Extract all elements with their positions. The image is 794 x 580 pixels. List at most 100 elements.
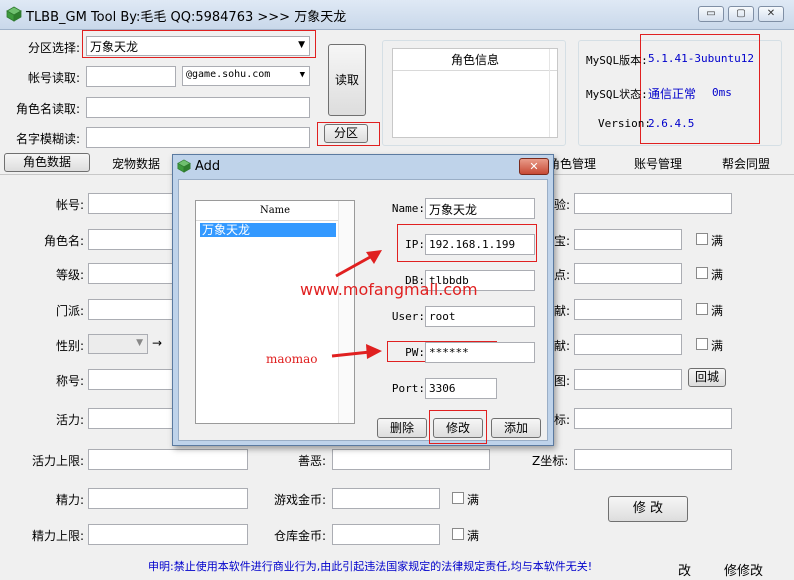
read-button[interactable]: 读取 xyxy=(328,44,366,116)
fuzzy-name-label: 名字模糊读: xyxy=(16,132,81,146)
chevron-down-icon: ▼ xyxy=(136,338,143,348)
level-input[interactable] xyxy=(88,263,174,284)
dialog-close-button[interactable]: ✕ xyxy=(519,158,549,175)
account-input[interactable] xyxy=(88,193,174,214)
sect-input[interactable] xyxy=(88,299,174,320)
fuzzy-name-input[interactable] xyxy=(86,127,310,148)
gems-label: 宝: xyxy=(554,234,571,248)
gems-input[interactable] xyxy=(574,229,682,250)
bank-gold-full-checkbox[interactable] xyxy=(452,528,464,540)
server-list-scrollbar[interactable] xyxy=(338,201,354,423)
gender-label: 性别: xyxy=(55,339,84,353)
partition-button[interactable]: 分区 xyxy=(324,124,368,143)
contribution2-full-label: 满 xyxy=(711,339,724,353)
user-input[interactable]: root xyxy=(425,306,535,327)
pw-input[interactable]: ****** xyxy=(425,342,535,363)
gender-select[interactable]: ▼ xyxy=(88,334,148,354)
minimize-button[interactable]: ▭ xyxy=(698,6,724,22)
partition-select[interactable]: 万象天龙 ▼ xyxy=(86,36,310,56)
points-full-checkbox[interactable] xyxy=(696,267,708,279)
modify-button[interactable]: 修 改 xyxy=(608,496,688,522)
role-info-list[interactable]: 角色信息 xyxy=(392,48,558,138)
domain-select[interactable]: @game.sohu.com ▼ xyxy=(182,66,310,86)
role-info-scrollbar[interactable] xyxy=(549,49,557,137)
role-name-label: 角色名: xyxy=(43,234,84,248)
experience-input[interactable] xyxy=(574,193,732,214)
account-read-input[interactable] xyxy=(86,66,176,87)
ip-input[interactable]: 192.168.1.199 xyxy=(425,234,535,255)
contribution2-full-checkbox[interactable] xyxy=(696,338,708,350)
game-gold-label: 游戏金币: xyxy=(273,493,326,507)
dialog-modify-button[interactable]: 修改 xyxy=(433,418,483,438)
level-label: 等级: xyxy=(55,268,84,282)
contribution-full-checkbox[interactable] xyxy=(696,303,708,315)
tab-guild[interactable]: 帮会同盟 xyxy=(722,155,770,172)
maximize-button[interactable]: ▢ xyxy=(728,6,754,22)
vigor-input[interactable] xyxy=(88,408,174,429)
statement-text: 申明:禁止使用本软件进行商业行为,由此引起违法国家规定的法律规定责任,均与本软件… xyxy=(148,560,593,573)
port-input[interactable]: 3306 xyxy=(425,378,497,399)
close-icon: ✕ xyxy=(529,160,539,173)
server-list-item[interactable]: 万象天龙 xyxy=(200,223,336,237)
vigor-label: 活力: xyxy=(55,413,84,427)
close-icon: ✕ xyxy=(766,8,776,19)
coord-input[interactable] xyxy=(574,408,732,429)
game-gold-full-checkbox[interactable] xyxy=(452,492,464,504)
good-evil-input[interactable] xyxy=(332,449,490,470)
mysql-version-label: MySQL版本: xyxy=(586,54,648,67)
tool-version-value: 2.6.4.5 xyxy=(648,117,695,130)
server-list[interactable]: Name 万象天龙 xyxy=(195,200,355,424)
role-name-input[interactable] xyxy=(88,229,174,250)
mysql-status-label: MySQL状态: xyxy=(586,88,648,101)
mysql-status-time: 0ms xyxy=(712,86,732,99)
energy-max-input[interactable] xyxy=(88,524,248,545)
experience-label: 验: xyxy=(554,198,571,212)
map-input[interactable] xyxy=(574,369,682,390)
bank-gold-label: 仓库金币: xyxy=(273,529,326,543)
contribution-label: 献: xyxy=(554,304,571,318)
author-watermark: maomao xyxy=(266,352,318,366)
title-bar: TLBB_GM Tool By:毛毛 QQ:5984763 >>> 万象天龙 ▭… xyxy=(0,0,794,30)
good-evil-label: 善恶: xyxy=(297,454,326,468)
return-city-button[interactable]: 回城 xyxy=(688,368,726,387)
add-button[interactable]: 添加 xyxy=(491,418,541,438)
user-label: User: xyxy=(391,310,425,323)
dialog-title: Add xyxy=(195,159,221,174)
delete-button[interactable]: 删除 xyxy=(377,418,427,438)
footer-modify-text: 改 xyxy=(678,564,692,579)
z-coord-label: Z坐标: xyxy=(532,454,569,468)
bank-gold-input[interactable] xyxy=(332,524,440,545)
title-label: 称号: xyxy=(55,374,84,388)
vigor-max-input[interactable] xyxy=(88,449,248,470)
z-coord-input[interactable] xyxy=(574,449,732,470)
chevron-down-icon: ▼ xyxy=(298,40,305,50)
ip-label: IP: xyxy=(405,238,425,251)
gems-full-checkbox[interactable] xyxy=(696,233,708,245)
partition-select-value: 万象天龙 xyxy=(90,40,139,54)
chevron-down-icon: ▼ xyxy=(299,70,305,80)
name-input[interactable]: 万象天龙 xyxy=(425,198,535,219)
vigor-max-label: 活力上限: xyxy=(31,454,84,468)
tab-role-manage[interactable]: 角色管理 xyxy=(548,155,596,172)
map-label: 图: xyxy=(554,374,571,388)
energy-input[interactable] xyxy=(88,488,248,509)
contribution2-input[interactable] xyxy=(574,334,682,355)
window-title: TLBB_GM Tool By:毛毛 QQ:5984763 >>> 万象天龙 xyxy=(26,10,347,25)
tab-pet-data[interactable]: 宠物数据 xyxy=(112,155,160,172)
footer-modify2-text: 修修改 xyxy=(724,564,764,579)
app-icon xyxy=(6,6,22,22)
coord-label: 标: xyxy=(554,413,571,427)
tab-account-manage[interactable]: 账号管理 xyxy=(634,155,682,172)
points-input[interactable] xyxy=(574,263,682,284)
game-gold-input[interactable] xyxy=(332,488,440,509)
close-button[interactable]: ✕ xyxy=(758,6,784,22)
pw-label: PW: xyxy=(405,346,425,359)
points-full-label: 满 xyxy=(711,268,724,282)
contribution-full-label: 满 xyxy=(711,304,724,318)
role-name-read-label: 角色名读取: xyxy=(16,102,81,116)
tab-role-data[interactable]: 角色数据 xyxy=(4,153,90,172)
title-input[interactable] xyxy=(88,369,174,390)
gems-full-label: 满 xyxy=(711,234,724,248)
role-name-read-input[interactable] xyxy=(86,97,310,118)
contribution-input[interactable] xyxy=(574,299,682,320)
